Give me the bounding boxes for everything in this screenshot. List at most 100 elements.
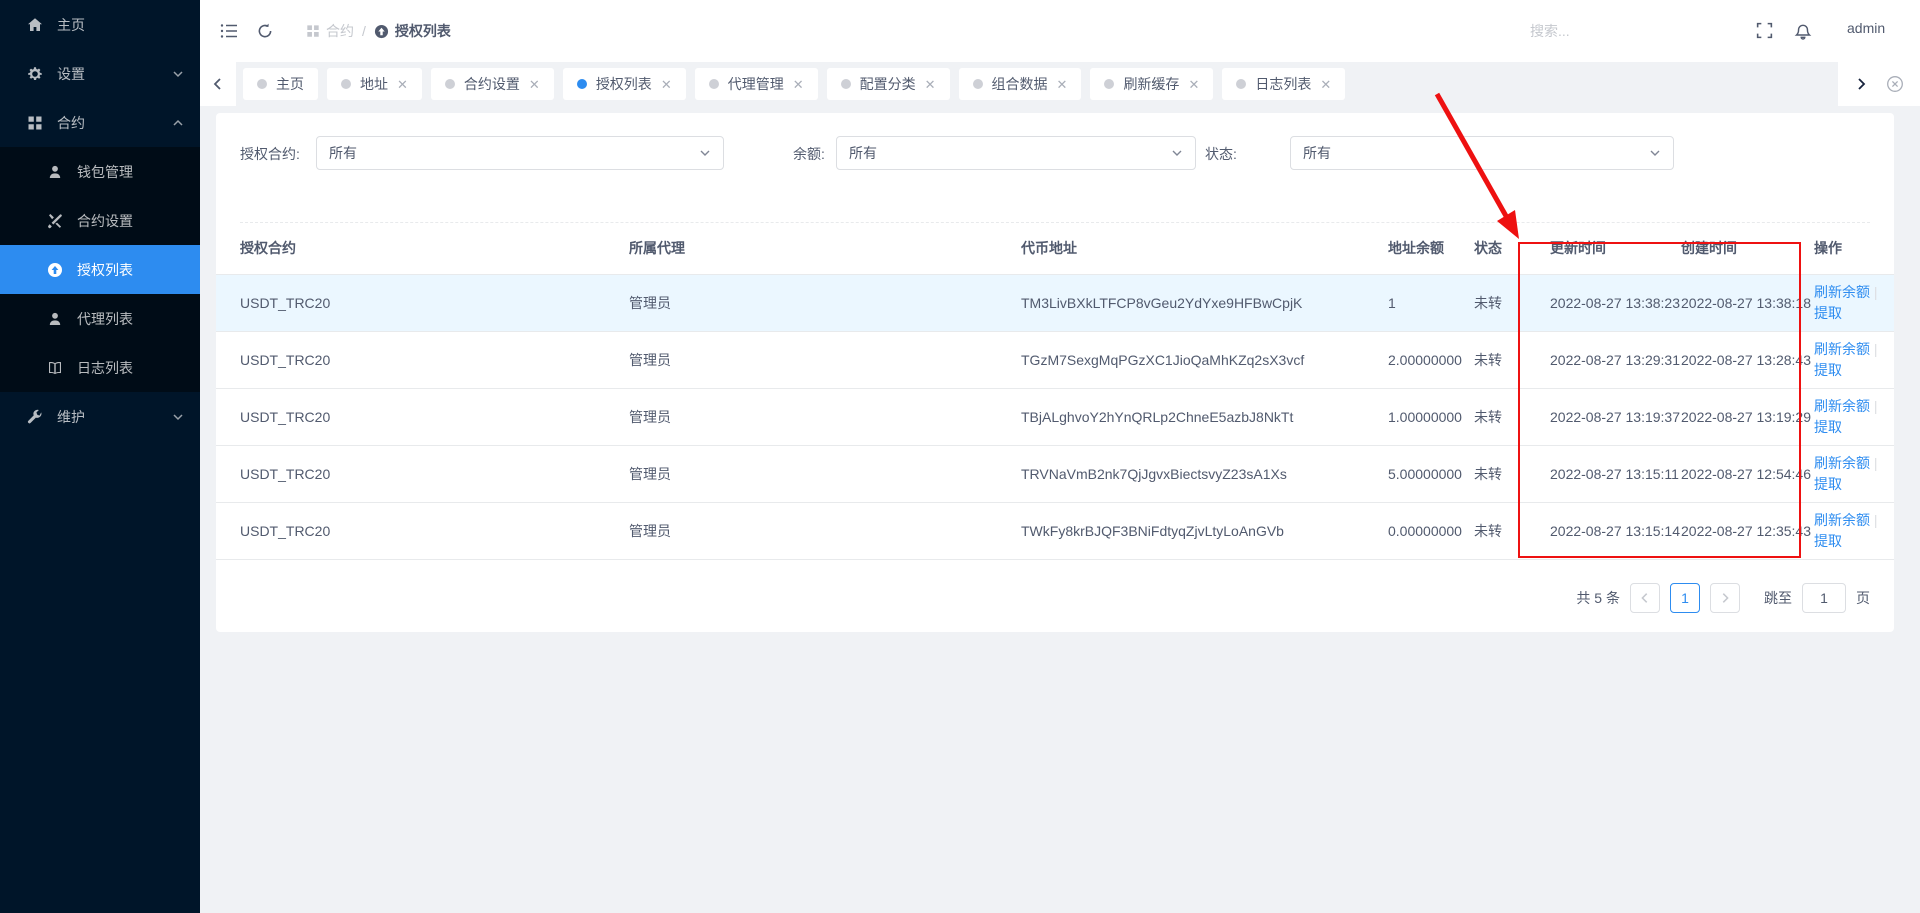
breadcrumb: 合约 / 授权列表	[306, 21, 451, 41]
pagination-prev-button[interactable]	[1630, 583, 1660, 613]
cell-contract: USDT_TRC20	[216, 502, 629, 559]
tab-dot	[341, 79, 351, 89]
tab-contract-settings[interactable]: 合约设置 ✕	[431, 68, 554, 100]
refresh-balance-link[interactable]: 刷新余额	[1814, 341, 1870, 357]
column-header: 地址余额	[1388, 223, 1474, 274]
book-icon	[47, 360, 63, 376]
chevron-up-icon	[172, 117, 184, 129]
column-header: 所属代理	[629, 223, 1021, 274]
close-icon[interactable]: ✕	[925, 78, 936, 91]
cell-status: 未转	[1474, 502, 1550, 559]
breadcrumb-section[interactable]: 合约	[306, 21, 354, 41]
table-row[interactable]: USDT_TRC20 管理员 TM3LivBXkLTFCP8vGeu2YdYxe…	[216, 274, 1894, 331]
column-header: 创建时间	[1681, 223, 1814, 274]
username[interactable]: admin	[1847, 20, 1885, 36]
close-icon[interactable]: ✕	[529, 78, 540, 91]
chevron-down-icon	[1171, 147, 1183, 159]
cell-updated: 2022-08-27 13:19:37	[1550, 388, 1681, 445]
close-icon[interactable]: ✕	[1188, 78, 1199, 91]
filter-balance-label: 余额:	[793, 144, 825, 164]
filter-status-select[interactable]: 所有	[1290, 136, 1674, 170]
sidebar-item-home[interactable]: 主页	[0, 0, 200, 49]
collapse-menu-icon[interactable]	[220, 22, 238, 40]
bell-icon[interactable]	[1793, 21, 1813, 41]
tab-label: 合约设置	[464, 74, 520, 94]
close-icon[interactable]: ✕	[1320, 78, 1331, 91]
cell-contract: USDT_TRC20	[216, 331, 629, 388]
tabs-scroll-right-button[interactable]	[1854, 77, 1868, 91]
tab-combined-data[interactable]: 组合数据 ✕	[959, 68, 1082, 100]
cell-agent: 管理员	[629, 331, 1021, 388]
cell-status: 未转	[1474, 274, 1550, 331]
refresh-balance-link[interactable]: 刷新余额	[1814, 398, 1870, 414]
tab-agent-management[interactable]: 代理管理 ✕	[695, 68, 818, 100]
tab-refresh-cache[interactable]: 刷新缓存 ✕	[1090, 68, 1213, 100]
pagination: 共 5 条 1 跳至 页	[1576, 583, 1870, 613]
column-header: 状态	[1474, 223, 1550, 274]
tabs-scroll-left-button[interactable]	[200, 62, 236, 106]
tab-strip: 主页 地址 ✕ 合约设置 ✕ 授权列表 ✕ 代理管理 ✕ 配置分类 ✕	[200, 62, 1920, 106]
refresh-balance-link[interactable]: 刷新余额	[1814, 284, 1870, 300]
pagination-page-1-button[interactable]: 1	[1670, 583, 1700, 613]
cell-status: 未转	[1474, 331, 1550, 388]
sidebar-item-wallet-management[interactable]: 钱包管理	[0, 147, 200, 196]
cell-created: 2022-08-27 12:54:46	[1681, 445, 1814, 502]
filter-contract-select[interactable]: 所有	[316, 136, 724, 170]
cell-address: TWkFy8krBJQF3BNiFdtyqZjvLtyLoAnGVb	[1021, 502, 1388, 559]
sidebar-item-settings[interactable]: 设置	[0, 49, 200, 98]
sidebar-item-contract-settings[interactable]: 合约设置	[0, 196, 200, 245]
refresh-icon[interactable]	[256, 22, 274, 40]
tab-authorization-list[interactable]: 授权列表 ✕	[563, 68, 686, 100]
cell-created: 2022-08-27 13:28:43	[1681, 331, 1814, 388]
column-header: 更新时间	[1550, 223, 1681, 274]
pagination-jump-input[interactable]	[1802, 583, 1846, 613]
tab-label: 日志列表	[1255, 74, 1311, 94]
table-row[interactable]: USDT_TRC20 管理员 TRVNaVmB2nk7QjJgvxBiectsv…	[216, 445, 1894, 502]
table-row[interactable]: USDT_TRC20 管理员 TBjALghvoY2hYnQRLp2ChneE5…	[216, 388, 1894, 445]
filter-balance-select[interactable]: 所有	[836, 136, 1196, 170]
withdraw-link[interactable]: 提取	[1814, 533, 1842, 549]
sidebar-item-maintenance[interactable]: 维护	[0, 392, 200, 441]
cell-status: 未转	[1474, 388, 1550, 445]
pagination-next-button[interactable]	[1710, 583, 1740, 613]
cell-status: 未转	[1474, 445, 1550, 502]
tab-config-category[interactable]: 配置分类 ✕	[827, 68, 950, 100]
tab-dot	[1236, 79, 1246, 89]
tab-address[interactable]: 地址 ✕	[327, 68, 422, 100]
refresh-balance-link[interactable]: 刷新余额	[1814, 455, 1870, 471]
table-row[interactable]: USDT_TRC20 管理员 TWkFy8krBJQF3BNiFdtyqZjvL…	[216, 502, 1894, 559]
close-icon[interactable]: ✕	[793, 78, 804, 91]
withdraw-link[interactable]: 提取	[1814, 305, 1842, 321]
cell-created: 2022-08-27 13:38:18	[1681, 274, 1814, 331]
sidebar-item-label: 授权列表	[77, 260, 133, 280]
sidebar-item-authorization-list[interactable]: 授权列表	[0, 245, 200, 294]
close-icon[interactable]: ✕	[1057, 78, 1068, 91]
close-icon[interactable]: ✕	[397, 78, 408, 91]
table-row[interactable]: USDT_TRC20 管理员 TGzM7SexgMqPGzXC1JioQaMhK…	[216, 331, 1894, 388]
select-value: 所有	[1303, 143, 1331, 163]
close-icon[interactable]: ✕	[661, 78, 672, 91]
sidebar-item-agent-list[interactable]: 代理列表	[0, 294, 200, 343]
select-value: 所有	[329, 143, 357, 163]
withdraw-link[interactable]: 提取	[1814, 419, 1842, 435]
sidebar-item-log-list[interactable]: 日志列表	[0, 343, 200, 392]
sidebar-item-contract[interactable]: 合约	[0, 98, 200, 147]
sidebar-item-label: 主页	[57, 15, 85, 35]
fullscreen-icon[interactable]	[1755, 21, 1774, 40]
column-header: 授权合约	[216, 223, 629, 274]
tab-label: 主页	[276, 74, 304, 94]
tab-home[interactable]: 主页	[243, 68, 318, 100]
cell-address: TM3LivBXkLTFCP8vGeu2YdYxe9HFBwCpjK	[1021, 274, 1388, 331]
search-input[interactable]	[1530, 16, 1710, 46]
withdraw-link[interactable]: 提取	[1814, 476, 1842, 492]
withdraw-link[interactable]: 提取	[1814, 362, 1842, 378]
cell-updated: 2022-08-27 13:38:23	[1550, 274, 1681, 331]
cell-agent: 管理员	[629, 445, 1021, 502]
refresh-balance-link[interactable]: 刷新余额	[1814, 512, 1870, 528]
tab-label: 组合数据	[992, 74, 1048, 94]
breadcrumb-page: 授权列表	[374, 21, 451, 41]
sidebar-item-label: 维护	[57, 407, 85, 427]
tab-log-list[interactable]: 日志列表 ✕	[1222, 68, 1345, 100]
close-all-tabs-icon[interactable]	[1886, 75, 1904, 93]
sidebar-item-label: 代理列表	[77, 309, 133, 329]
